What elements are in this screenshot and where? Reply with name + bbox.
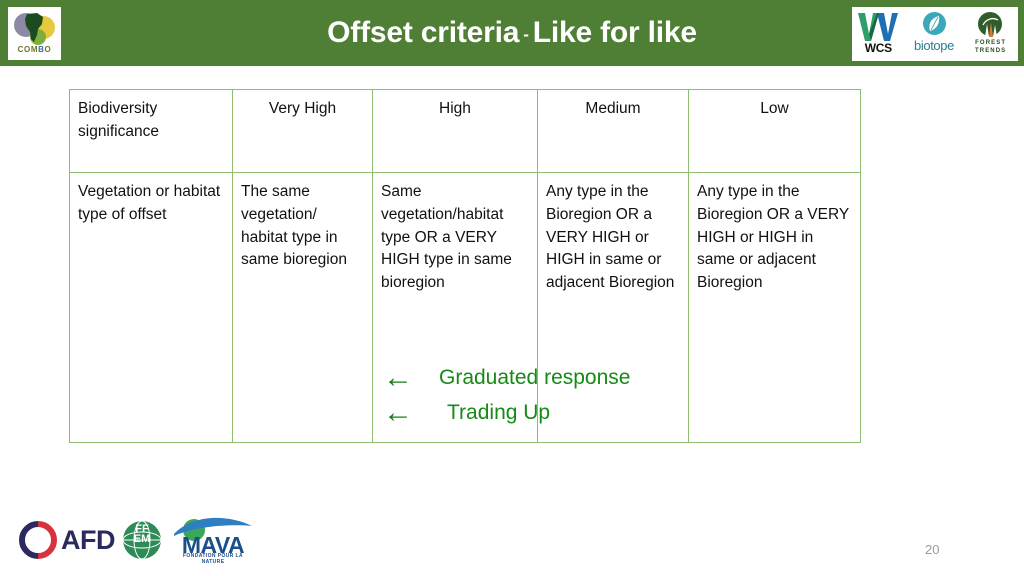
forest-trends-logo: FOREST TRENDS xyxy=(966,11,1016,57)
table-header-cell-biodiversity-significance: Biodiversity significance xyxy=(69,89,233,173)
leaf-icon xyxy=(929,16,940,31)
partner-logos: WCS biotope FOREST TRENDS xyxy=(852,7,1018,61)
wcs-logo-text: WCS xyxy=(864,41,892,55)
left-arrow-icon: ← xyxy=(383,360,413,394)
annotation-graduated-response-label: Graduated response xyxy=(439,365,631,389)
table-header-cell-medium: Medium xyxy=(537,89,689,173)
ffem-logo: FF EM xyxy=(120,518,164,562)
table-cell-low: Any type in the Bioregion OR a VERY HIGH… xyxy=(688,172,861,443)
biotope-logo-text: biotope xyxy=(914,38,954,53)
page-title-sub: Like for like xyxy=(532,16,697,49)
combo-logo: COMBO xyxy=(8,7,61,60)
afd-ring-icon xyxy=(19,521,57,559)
africa-map-icon xyxy=(25,13,43,42)
footer-logos: AFD FF EM MAVA FONDATION POUR LA NATURE xyxy=(18,514,254,566)
table-row-label-vegetation-habitat-type: Vegetation or habitat type of offset xyxy=(69,172,233,443)
slide-number: 20 xyxy=(925,542,940,557)
ffem-logo-text: FF EM xyxy=(133,523,151,546)
table-header-cell-very-high: Very High xyxy=(232,89,373,173)
table-cell-very-high: The same vegetation/ habitat type in sam… xyxy=(232,172,373,443)
forest-trends-line1: FOREST xyxy=(975,40,1007,46)
table-header-cell-low: Low xyxy=(688,89,861,173)
mava-logo-tagline: FONDATION POUR LA NATURE xyxy=(182,553,244,565)
wcs-logo: WCS xyxy=(854,11,902,57)
wcs-w-icon xyxy=(858,13,899,41)
afd-logo-text: AFD xyxy=(61,524,116,555)
afd-logo: AFD xyxy=(18,518,116,562)
annotation-trading-up: ← Trading Up xyxy=(383,395,683,430)
table-header-row: Biodiversity significance Very High High… xyxy=(69,89,861,173)
tree-icon xyxy=(977,12,1002,37)
mava-logo: MAVA FONDATION POUR LA NATURE xyxy=(172,517,254,565)
left-arrow-icon: ← xyxy=(383,395,413,429)
combo-logo-text: COMBO xyxy=(17,45,52,54)
page-title-dash: - xyxy=(523,25,529,44)
annotation-group: ← Graduated response ← Trading Up xyxy=(383,360,683,430)
biotope-logo: biotope xyxy=(907,11,961,57)
annotation-graduated-response: ← Graduated response xyxy=(383,360,683,395)
table-header-cell-high: High xyxy=(372,89,538,173)
forest-trends-line2: TRENDS xyxy=(975,48,1007,54)
page-title-main: Offset criteria xyxy=(327,16,520,49)
annotation-trading-up-label: Trading Up xyxy=(447,400,551,424)
